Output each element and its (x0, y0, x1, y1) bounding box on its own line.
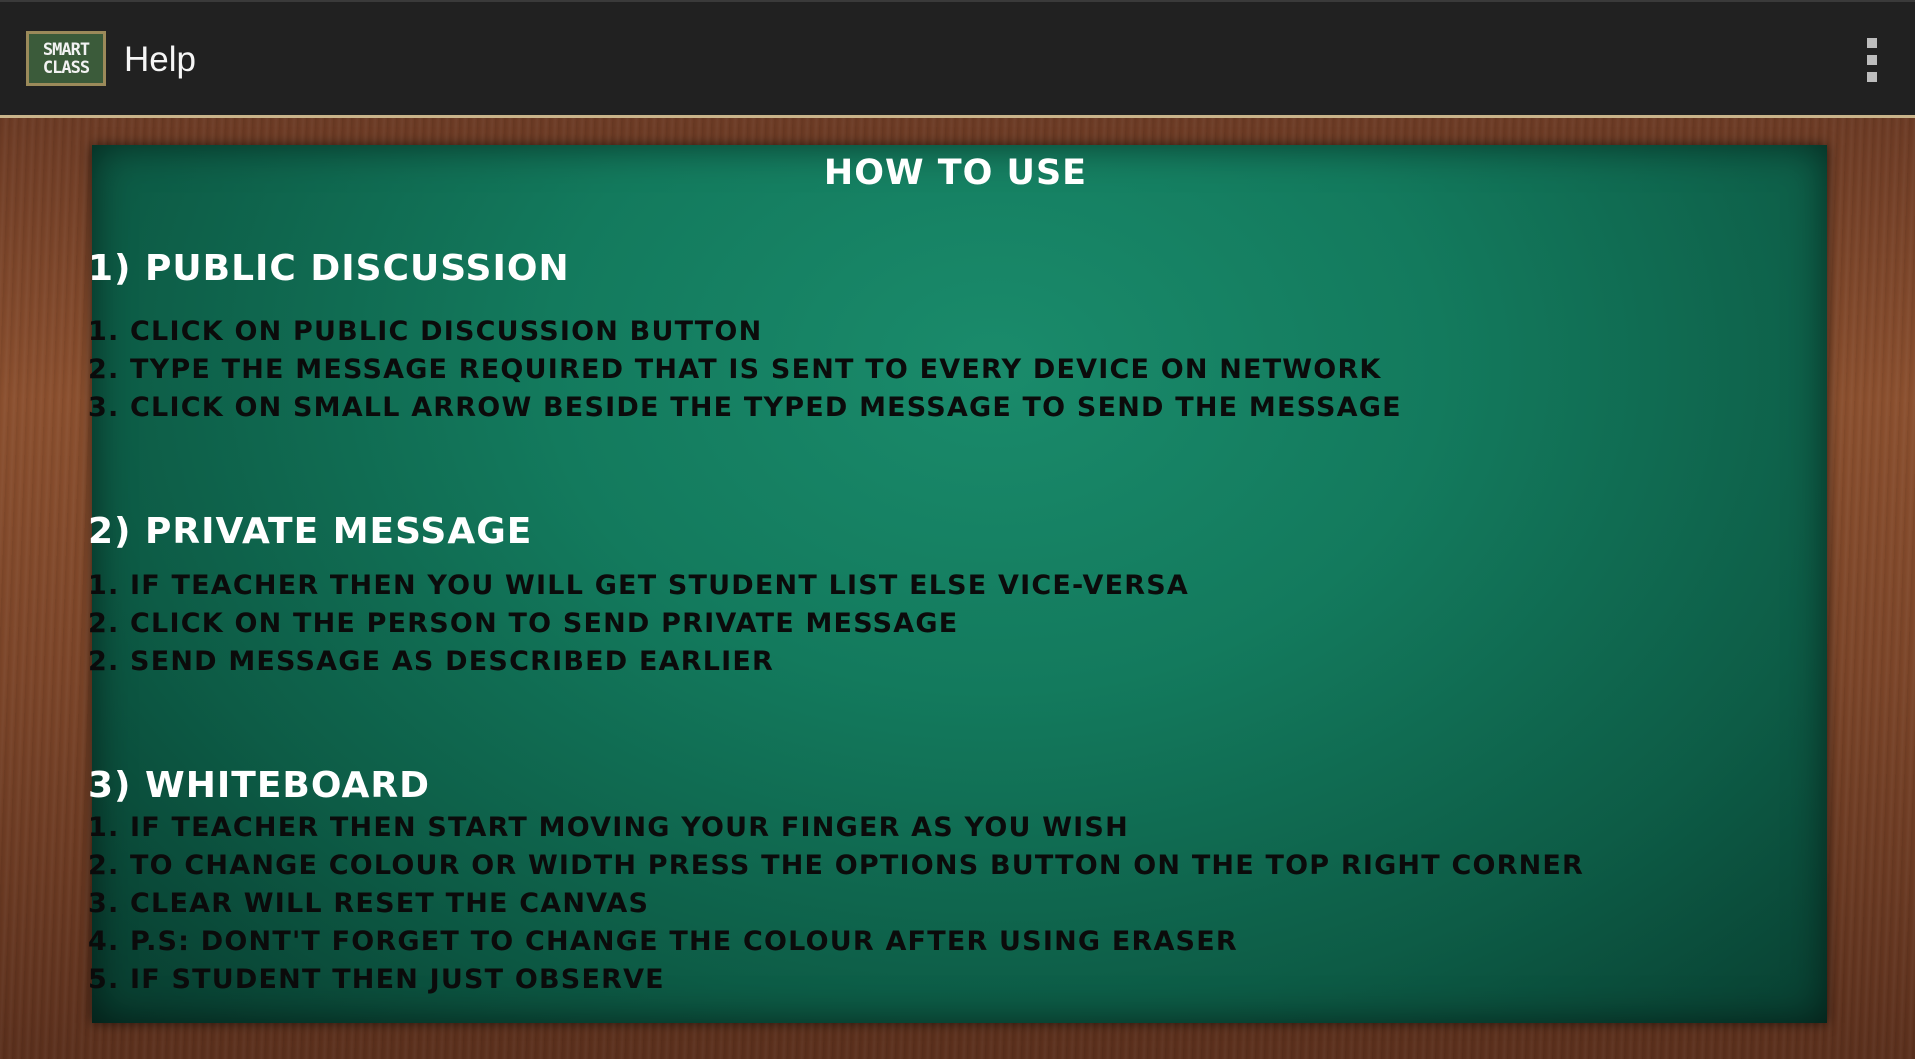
help-line: 1. CLICK ON PUBLIC DISCUSSION BUTTON (88, 316, 763, 347)
help-line: 3. CLEAR WILL RESET THE CANVAS (88, 888, 650, 919)
logo-line-2: CLASS (42, 57, 90, 78)
section-lines-private-message: 1. IF TEACHER THEN YOU WILL GET STUDENT … (88, 567, 1189, 681)
help-content: HOW TO USE 1) PUBLIC DISCUSSION 1. CLICK… (88, 145, 1848, 1023)
section-title-private-message: 2) PRIVATE MESSAGE (88, 511, 533, 552)
section-title-public-discussion: 1) PUBLIC DISCUSSION (88, 248, 570, 289)
app-logo-icon[interactable]: SMART CLASS (26, 31, 106, 86)
section-lines-public-discussion: 1. CLICK ON PUBLIC DISCUSSION BUTTON 2. … (88, 313, 1402, 427)
help-line: 2. TYPE THE MESSAGE REQUIRED THAT IS SEN… (88, 354, 1382, 385)
help-line: 4. P.S: DONT'T FORGET TO CHANGE THE COLO… (88, 926, 1238, 957)
help-line: 2. CLICK ON THE PERSON TO SEND PRIVATE M… (88, 608, 959, 639)
app-bar: SMART CLASS Help (0, 0, 1915, 115)
help-heading: HOW TO USE (823, 153, 1088, 193)
section-title-whiteboard: 3) WHITEBOARD (88, 765, 430, 806)
logo-line-1: SMART (42, 39, 90, 60)
overflow-dot (1867, 55, 1877, 65)
help-line: 2. TO CHANGE COLOUR OR WIDTH PRESS THE O… (88, 850, 1585, 881)
section-lines-whiteboard: 1. IF TEACHER THEN START MOVING YOUR FIN… (88, 809, 1584, 999)
overflow-menu-icon[interactable] (1865, 38, 1879, 82)
help-line: 1. IF TEACHER THEN START MOVING YOUR FIN… (88, 812, 1129, 843)
help-line: 5. IF STUDENT THEN JUST OBSERVE (88, 964, 665, 995)
overflow-dot (1867, 38, 1877, 48)
page-title: Help (124, 40, 196, 79)
overflow-dot (1867, 72, 1877, 82)
help-line: 1. IF TEACHER THEN YOU WILL GET STUDENT … (88, 570, 1189, 601)
help-line: 3. CLICK ON SMALL ARROW BESIDE THE TYPED… (88, 392, 1402, 423)
help-line: 2. SEND MESSAGE AS DESCRIBED EARLIER (88, 646, 774, 677)
